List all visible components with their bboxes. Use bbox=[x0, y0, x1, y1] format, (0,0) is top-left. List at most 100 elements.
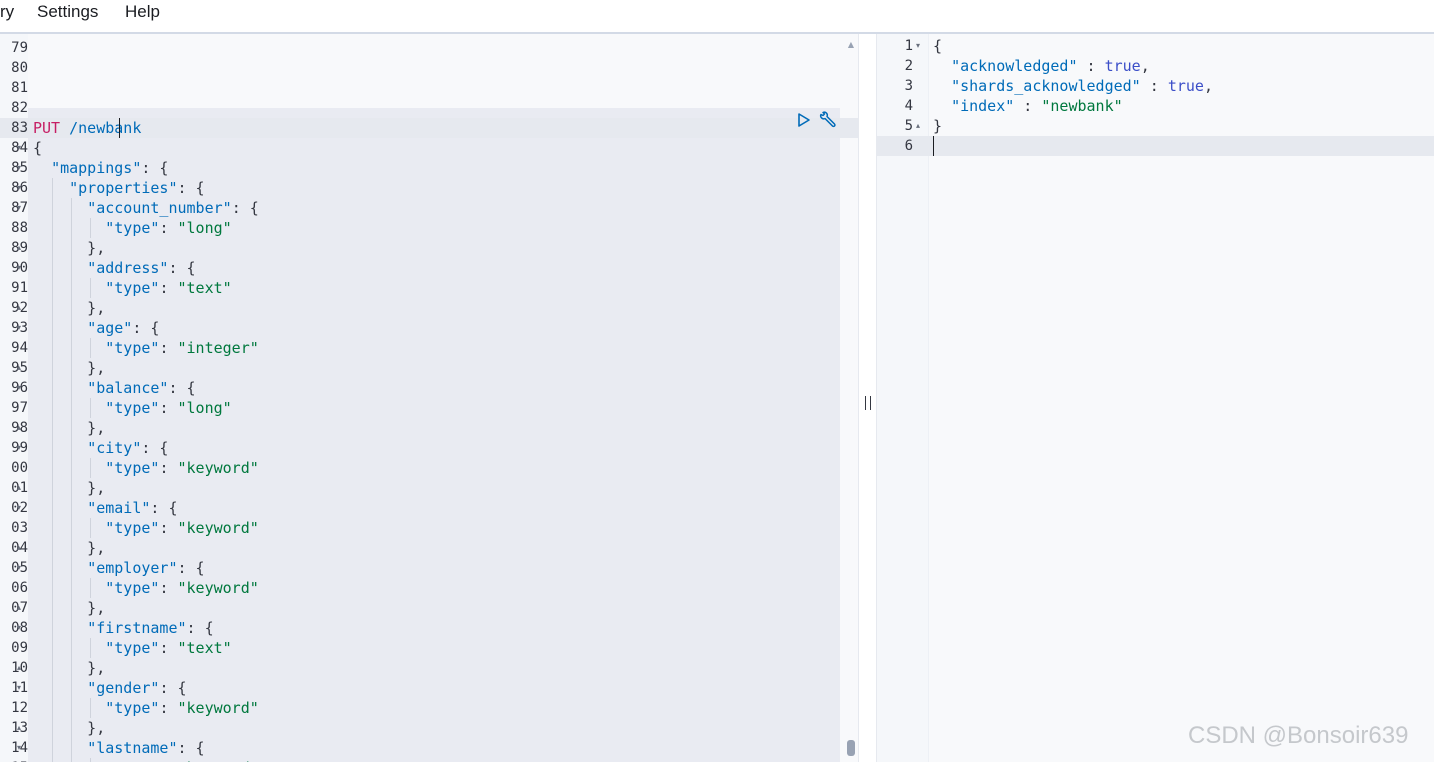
code-line: 13 ▴ }, bbox=[0, 718, 858, 738]
fold-toggle-icon[interactable]: ▾ bbox=[913, 36, 923, 56]
fold-toggle-icon[interactable]: ▾ bbox=[14, 138, 24, 158]
play-icon[interactable] bbox=[796, 112, 812, 128]
unfold-toggle-icon[interactable]: ▴ bbox=[14, 718, 24, 738]
response-key: "acknowledged" bbox=[951, 57, 1078, 75]
watermark: CSDN @Bonsoir639 bbox=[1188, 722, 1409, 749]
scrollbar-thumb[interactable] bbox=[847, 740, 855, 756]
code-text: }, bbox=[33, 659, 106, 677]
code-line: 05 ▾ "employer": { bbox=[0, 558, 858, 578]
fold-toggle-icon[interactable]: ▾ bbox=[14, 378, 24, 398]
code-line: 94 "type": "integer" bbox=[0, 338, 858, 358]
unfold-toggle-icon[interactable]: ▴ bbox=[14, 538, 24, 558]
field-type: "keyword" bbox=[177, 519, 259, 537]
response-line: 6 bbox=[877, 136, 1434, 156]
indent-guide bbox=[90, 758, 91, 762]
code-line: 10 ▴ }, bbox=[0, 658, 858, 678]
request-editor[interactable]: 79 80 81 82 83 PUT /newbank 84 ▾{85 ▾ "mappings"… bbox=[0, 34, 858, 762]
line-number: 3 bbox=[904, 78, 913, 94]
text-cursor bbox=[933, 136, 934, 156]
line-number: 83 bbox=[11, 120, 28, 136]
fold-toggle-icon[interactable]: ▾ bbox=[14, 178, 24, 198]
fold-toggle-icon[interactable]: ▾ bbox=[14, 498, 24, 518]
code-line: 82 bbox=[0, 98, 858, 118]
response-editor[interactable]: 1 ▾{2 "acknowledged" : true, 3 "shards_ack… bbox=[877, 34, 1434, 762]
code-text: PUT /newbank bbox=[33, 118, 141, 138]
code-text: "city": { bbox=[87, 439, 169, 457]
code-text: } bbox=[933, 116, 942, 136]
field-name: "age" bbox=[87, 319, 133, 337]
code-text: }, bbox=[33, 239, 106, 257]
response-line: 5 ▴} bbox=[877, 116, 1434, 136]
unfold-toggle-icon[interactable]: ▴ bbox=[14, 358, 24, 378]
line-number: 6 bbox=[904, 138, 913, 154]
code-text: "type": "keyword" bbox=[105, 519, 259, 537]
unfold-toggle-icon[interactable]: ▴ bbox=[14, 418, 24, 438]
field-name: "firstname" bbox=[87, 619, 187, 637]
fold-toggle-icon[interactable]: ▾ bbox=[14, 158, 24, 178]
line-number: 80 bbox=[11, 60, 28, 76]
fold-toggle-icon[interactable]: ▾ bbox=[14, 318, 24, 338]
unfold-toggle-icon[interactable]: ▴ bbox=[913, 116, 923, 136]
code-line: 88 "type": "long" bbox=[0, 218, 858, 238]
unfold-toggle-icon[interactable]: ▴ bbox=[14, 598, 24, 618]
field-name: "balance" bbox=[87, 379, 169, 397]
field-name: "employer" bbox=[87, 559, 178, 577]
field-type: "keyword" bbox=[177, 579, 259, 597]
fold-toggle-icon[interactable]: ▾ bbox=[14, 198, 24, 218]
code-text: }, bbox=[33, 419, 106, 437]
line-number: 82 bbox=[11, 100, 28, 116]
line-number: 88 bbox=[11, 220, 28, 236]
field-name: "gender" bbox=[87, 679, 160, 697]
code-line: 86 ▾ "properties": { bbox=[0, 178, 858, 198]
menu-history[interactable]: ry bbox=[0, 0, 14, 24]
code-line: 95 ▴ }, bbox=[0, 358, 858, 378]
code-text: "balance": { bbox=[87, 379, 196, 397]
code-line: 03 "type": "keyword" bbox=[0, 518, 858, 538]
unfold-toggle-icon[interactable]: ▴ bbox=[14, 478, 24, 498]
panel-resizer[interactable] bbox=[858, 34, 877, 762]
code-line: 90 ▾ "address": { bbox=[0, 258, 858, 278]
fold-toggle-icon[interactable]: ▾ bbox=[14, 618, 24, 638]
fold-toggle-icon[interactable]: ▾ bbox=[14, 678, 24, 698]
field-name: "city" bbox=[87, 439, 142, 457]
field-type: "keyword" bbox=[177, 699, 259, 717]
fold-toggle-icon[interactable]: ▾ bbox=[14, 558, 24, 578]
indent-guide bbox=[90, 638, 91, 658]
wrench-icon[interactable] bbox=[818, 110, 838, 130]
menu-help[interactable]: Help bbox=[125, 0, 160, 24]
fold-toggle-icon[interactable]: ▾ bbox=[14, 258, 24, 278]
field-type: "text" bbox=[177, 639, 232, 657]
code-line: 06 "type": "keyword" bbox=[0, 578, 858, 598]
text-cursor bbox=[119, 118, 120, 138]
field-type: "integer" bbox=[177, 339, 259, 357]
response-line: 2 "acknowledged" : true, bbox=[877, 56, 1434, 76]
code-line: 01 ▴ }, bbox=[0, 478, 858, 498]
scroll-up-arrow-icon[interactable]: ▲ bbox=[846, 40, 856, 49]
menu-settings[interactable]: Settings bbox=[37, 0, 98, 24]
code-token: "type" bbox=[105, 399, 160, 417]
line-number: 03 bbox=[11, 520, 28, 536]
code-text: "mappings": { bbox=[51, 159, 169, 177]
drag-handle-icon[interactable] bbox=[865, 396, 871, 410]
code-line: 97 "type": "long" bbox=[0, 398, 858, 418]
request-method: PUT bbox=[33, 119, 61, 137]
code-text: "type": "text" bbox=[105, 279, 232, 297]
code-line: 89 ▴ }, bbox=[0, 238, 858, 258]
unfold-toggle-icon[interactable]: ▴ bbox=[14, 658, 24, 678]
line-number: 2 bbox=[904, 58, 913, 74]
field-type: "text" bbox=[177, 279, 232, 297]
code-text: "type": "keyword" bbox=[105, 579, 259, 597]
line-number: 00 bbox=[11, 460, 28, 476]
fold-toggle-icon[interactable]: ▾ bbox=[14, 438, 24, 458]
unfold-toggle-icon[interactable]: ▴ bbox=[14, 238, 24, 258]
fold-toggle-icon[interactable]: ▾ bbox=[14, 738, 24, 758]
code-line: 09 "type": "text" bbox=[0, 638, 858, 658]
code-line: 07 ▴ }, bbox=[0, 598, 858, 618]
code-line: 15 "type": "keyword" bbox=[0, 758, 858, 762]
response-value: true bbox=[1104, 57, 1141, 75]
code-text: "email": { bbox=[87, 499, 178, 517]
request-path: /newbank bbox=[69, 119, 142, 137]
code-line: 08 ▾ "firstname": { bbox=[0, 618, 858, 638]
unfold-toggle-icon[interactable]: ▴ bbox=[14, 298, 24, 318]
code-line: 00 "type": "keyword" bbox=[0, 458, 858, 478]
